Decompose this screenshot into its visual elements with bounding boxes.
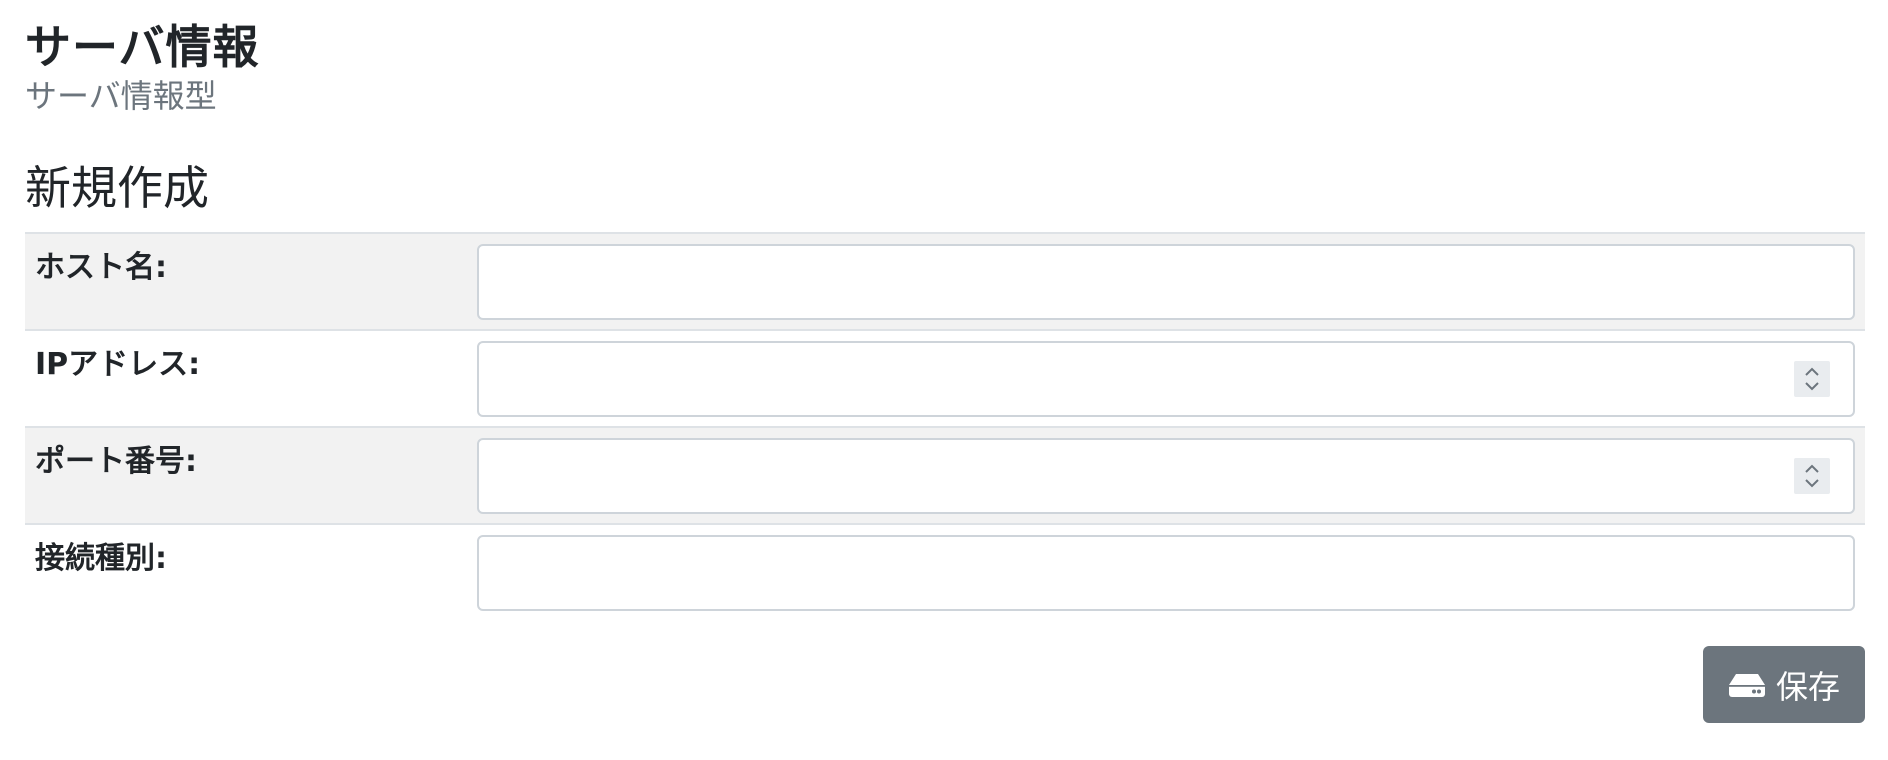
spinner-chevrons-icon <box>1805 464 1819 488</box>
connection-type-label: 接続種別: <box>35 541 167 576</box>
save-button[interactable]: 保存 <box>1703 646 1865 723</box>
section-title: 新規作成 <box>25 161 209 215</box>
page-title: サーバ情報 <box>25 20 260 74</box>
page-container: サーバ情報 サーバ情報型 新規作成 ホスト名: IPアドレス: ポート番号: 接… <box>25 18 1865 622</box>
hdd-icon <box>1728 672 1766 698</box>
ip-address-input[interactable] <box>477 341 1855 417</box>
ip-address-field-cell <box>477 331 1865 426</box>
port-spinner[interactable] <box>1794 458 1830 494</box>
hostname-field-cell <box>477 234 1865 329</box>
save-button-label: 保存 <box>1775 667 1840 706</box>
form-row-ip-address: IPアドレス: <box>25 331 1865 428</box>
form-row-port: ポート番号: <box>25 428 1865 525</box>
port-label: ポート番号: <box>35 444 197 479</box>
port-input[interactable] <box>477 438 1855 514</box>
connection-type-input[interactable] <box>477 535 1855 611</box>
hostname-input[interactable] <box>477 244 1855 320</box>
form-row-hostname: ホスト名: <box>25 234 1865 331</box>
connection-type-field-cell <box>477 525 1865 622</box>
page-subtitle: サーバ情報型 <box>25 77 217 115</box>
hostname-label: ホスト名: <box>35 250 167 285</box>
port-field-cell <box>477 428 1865 523</box>
form-table: ホスト名: IPアドレス: ポート番号: 接続種別: <box>25 232 1865 622</box>
ip-address-label: IPアドレス: <box>35 347 201 382</box>
spinner-chevrons-icon <box>1805 367 1819 391</box>
ip-address-spinner[interactable] <box>1794 361 1830 397</box>
form-row-connection-type: 接続種別: <box>25 525 1865 622</box>
